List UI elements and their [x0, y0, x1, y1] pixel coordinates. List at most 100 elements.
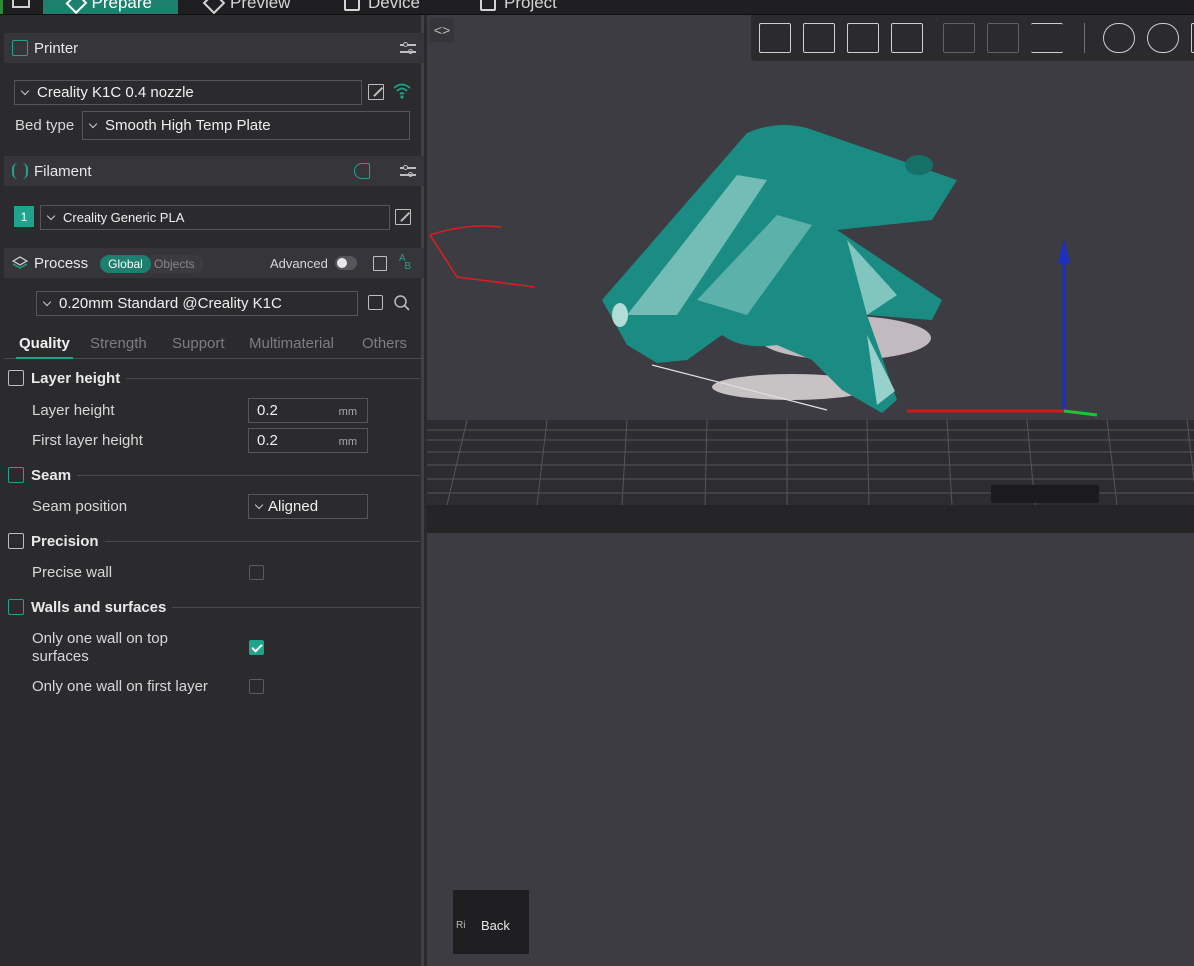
- view-navigation-cube[interactable]: Ri Back: [453, 890, 529, 954]
- bed-type-select[interactable]: Smooth High Temp Plate: [82, 111, 410, 140]
- chevron-down-icon: [47, 213, 57, 223]
- prepare-icon: [65, 0, 88, 14]
- layer-height-group: Layer height: [8, 368, 420, 388]
- tab-label: Project: [504, 0, 557, 12]
- filament-select-value: Creality Generic PLA: [63, 210, 185, 225]
- z-axis-arrow: [1058, 239, 1070, 263]
- filament-section-header: Filament: [4, 156, 424, 186]
- unit-label: mm: [338, 436, 357, 448]
- device-icon: [344, 0, 360, 11]
- printer-section-header: Printer: [4, 33, 424, 63]
- process-tabs: Quality Strength Support Multimaterial O…: [4, 333, 424, 359]
- precision-icon: [8, 533, 24, 549]
- layers-icon: [12, 256, 28, 269]
- printer-select[interactable]: Creality K1C 0.4 nozzle: [14, 80, 362, 105]
- first-layer-height-value: 0.2: [257, 432, 278, 449]
- filament-settings-icon[interactable]: [399, 163, 417, 179]
- divider: [126, 377, 420, 379]
- tab-multimaterial[interactable]: Multimaterial: [249, 335, 334, 352]
- seam-group: Seam: [8, 465, 420, 485]
- 3d-model: [602, 124, 957, 413]
- printer-icon: [12, 40, 28, 56]
- tab-label: Device: [368, 0, 420, 12]
- filament-edit-icon[interactable]: [395, 209, 411, 225]
- settings-sidebar: Printer Creality K1C 0.4 nozzle Bed type…: [2, 15, 424, 966]
- layer-height-input[interactable]: 0.2 mm: [248, 398, 368, 423]
- unit-label: mm: [338, 406, 357, 418]
- filament-select[interactable]: Creality Generic PLA: [40, 205, 390, 230]
- first-layer-wall-label: Only one wall on first layer: [32, 678, 208, 695]
- search-icon[interactable]: [393, 294, 411, 312]
- preview-icon: [202, 0, 226, 14]
- tab-prepare[interactable]: Prepare: [43, 0, 178, 14]
- printer-select-value: Creality K1C 0.4 nozzle: [37, 84, 194, 101]
- 3d-viewport[interactable]: <> Ri Back: [427, 15, 1194, 966]
- printer-settings-icon[interactable]: [399, 40, 417, 56]
- tab-label: Preview: [230, 0, 291, 12]
- first-layer-height-input[interactable]: 0.2 mm: [248, 428, 368, 453]
- process-preset-select[interactable]: 0.20mm Standard @Creality K1C: [36, 291, 358, 316]
- navcube-side-label: Ri: [456, 920, 466, 931]
- precise-wall-checkbox[interactable]: [249, 565, 264, 580]
- tab-strength[interactable]: Strength: [90, 335, 147, 352]
- compare-ab-icon[interactable]: A B: [399, 254, 411, 272]
- mode-objects[interactable]: Objects: [154, 257, 195, 271]
- y-axis: [1063, 409, 1098, 417]
- top-tab-bar: Prepare Preview Device Project: [0, 0, 1194, 15]
- seam-position-select[interactable]: Aligned: [248, 494, 368, 519]
- window-accent: [0, 0, 3, 14]
- top-wall-label-line1: Only one wall on top: [32, 630, 168, 647]
- top-wall-checkbox[interactable]: [249, 640, 264, 655]
- precise-wall-label: Precise wall: [32, 564, 113, 581]
- seam-position-value: Aligned: [268, 498, 319, 515]
- precision-group: Precision: [8, 531, 420, 551]
- scene: [427, 124, 1194, 533]
- tab-project[interactable]: Project: [480, 0, 557, 14]
- process-mode-switch[interactable]: Global Objects: [100, 255, 204, 273]
- mode-global[interactable]: Global: [100, 255, 151, 273]
- layer-height-label: Layer height: [32, 402, 115, 419]
- tab-others[interactable]: Others: [362, 335, 407, 352]
- process-preset-value: 0.20mm Standard @Creality K1C: [59, 295, 282, 312]
- tab-preview[interactable]: Preview: [202, 0, 291, 14]
- app-window: Prepare Preview Device Project Printer C…: [0, 0, 1194, 966]
- chevron-down-icon: [89, 121, 99, 131]
- group-label: Layer height: [31, 369, 121, 387]
- group-label: Seam: [31, 466, 72, 484]
- walls-icon: [8, 599, 24, 615]
- layer-height-value: 0.2: [257, 402, 278, 419]
- tab-quality[interactable]: Quality: [16, 335, 73, 359]
- tab-device[interactable]: Device: [344, 0, 420, 14]
- chevron-down-icon: [21, 88, 31, 98]
- divider: [104, 540, 420, 542]
- filament-slot-badge[interactable]: 1: [14, 206, 34, 227]
- divider: [172, 606, 420, 608]
- layer-height-icon: [8, 370, 24, 386]
- top-wall-label-line2: surfaces: [32, 648, 89, 665]
- app-grid-icon[interactable]: [12, 0, 30, 8]
- process-list-icon[interactable]: [373, 256, 387, 271]
- first-layer-wall-checkbox[interactable]: [249, 679, 264, 694]
- wifi-icon[interactable]: [392, 82, 412, 100]
- printer-edit-icon[interactable]: [368, 84, 384, 100]
- filament-icon: [12, 163, 28, 179]
- filament-section-label: Filament: [34, 162, 92, 180]
- divider: [77, 474, 420, 476]
- group-label: Walls and surfaces: [31, 598, 167, 616]
- process-section-header: Process: [4, 248, 424, 278]
- save-preset-icon[interactable]: [368, 295, 383, 310]
- walls-group: Walls and surfaces: [8, 597, 420, 617]
- plate-tab: [991, 485, 1099, 503]
- advanced-toggle[interactable]: [335, 256, 357, 270]
- add-filament-icon[interactable]: [354, 163, 370, 179]
- group-label: Precision: [31, 532, 99, 550]
- project-icon: [480, 0, 496, 11]
- tab-label: Prepare: [91, 0, 152, 12]
- process-section-label: Process: [34, 254, 89, 272]
- chevron-down-icon: [255, 502, 265, 512]
- tab-support[interactable]: Support: [172, 335, 225, 352]
- navcube-face-label: Back: [481, 918, 510, 933]
- first-layer-height-label: First layer height: [32, 432, 143, 449]
- seam-icon: [8, 467, 24, 483]
- advanced-label: Advanced: [270, 256, 328, 271]
